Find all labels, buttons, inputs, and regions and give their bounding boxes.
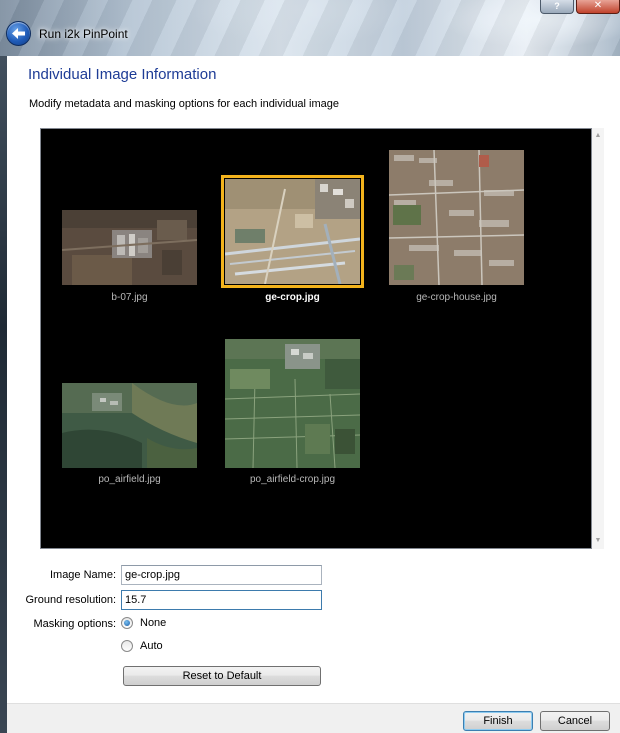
- caption-buttons: ? ✕: [540, 0, 620, 14]
- scroll-down-arrow-icon[interactable]: ▼: [592, 535, 604, 547]
- masking-option-none[interactable]: None: [121, 617, 166, 629]
- radio-button[interactable]: [121, 617, 133, 629]
- thumbnail-image: [62, 383, 197, 468]
- thumbnail-image: [389, 150, 524, 285]
- radio-button[interactable]: [121, 640, 133, 652]
- gallery-item-ge-crop[interactable]: ge-crop.jpg: [221, 175, 364, 311]
- thumbnail-image: [62, 210, 197, 285]
- desktop-edge: [0, 56, 7, 733]
- wizard-content: Individual Image Information Modify meta…: [7, 56, 620, 703]
- radio-selected-dot-icon: [124, 620, 130, 626]
- image-name-field[interactable]: [121, 565, 322, 585]
- close-button[interactable]: ✕: [576, 0, 620, 14]
- thumbnail-image: [225, 179, 360, 284]
- cancel-button[interactable]: Cancel: [540, 711, 610, 731]
- back-arrow-icon: [12, 28, 25, 39]
- masking-options-label: Masking options:: [33, 618, 116, 630]
- radio-label: None: [140, 617, 167, 629]
- help-button[interactable]: ?: [540, 0, 574, 14]
- radio-label: Auto: [140, 640, 163, 652]
- thumbnail-caption: po_airfield-crop.jpg: [249, 474, 336, 485]
- ground-resolution-label: Ground resolution:: [25, 594, 117, 606]
- wizard-footer: Finish Cancel: [7, 703, 620, 733]
- back-button[interactable]: [6, 21, 31, 46]
- page-subtitle: Modify metadata and masking options for …: [29, 98, 340, 110]
- thumbnail-image: [225, 339, 360, 468]
- scroll-up-arrow-icon[interactable]: ▲: [592, 130, 604, 142]
- page-title: Individual Image Information: [28, 66, 217, 83]
- gallery-item-b-07[interactable]: b-07.jpg: [62, 210, 197, 310]
- gallery-item-ge-crop-house[interactable]: ge-crop-house.jpg: [389, 150, 524, 310]
- thumbnail-caption: ge-crop-house.jpg: [416, 292, 497, 303]
- gallery-item-po-airfield[interactable]: po_airfield.jpg: [62, 383, 197, 488]
- reset-to-default-button[interactable]: Reset to Default: [123, 666, 321, 686]
- image-name-label: Image Name:: [49, 569, 116, 581]
- thumbnail-caption: po_airfield.jpg: [98, 474, 161, 485]
- ground-resolution-field[interactable]: [121, 590, 322, 610]
- finish-button[interactable]: Finish: [463, 711, 533, 731]
- window-title: Run i2k PinPoint: [39, 27, 128, 41]
- thumbnail-caption: b-07.jpg: [111, 292, 148, 303]
- image-gallery[interactable]: b-07.jpg ge-crop.jpg ge-crop-house.jpg p…: [40, 128, 592, 549]
- thumbnail-caption: ge-crop.jpg: [265, 292, 320, 303]
- masking-option-auto[interactable]: Auto: [121, 640, 163, 652]
- gallery-scrollbar[interactable]: ▲ ▼: [592, 128, 604, 549]
- gallery-item-po-airfield-crop[interactable]: po_airfield-crop.jpg: [225, 339, 360, 489]
